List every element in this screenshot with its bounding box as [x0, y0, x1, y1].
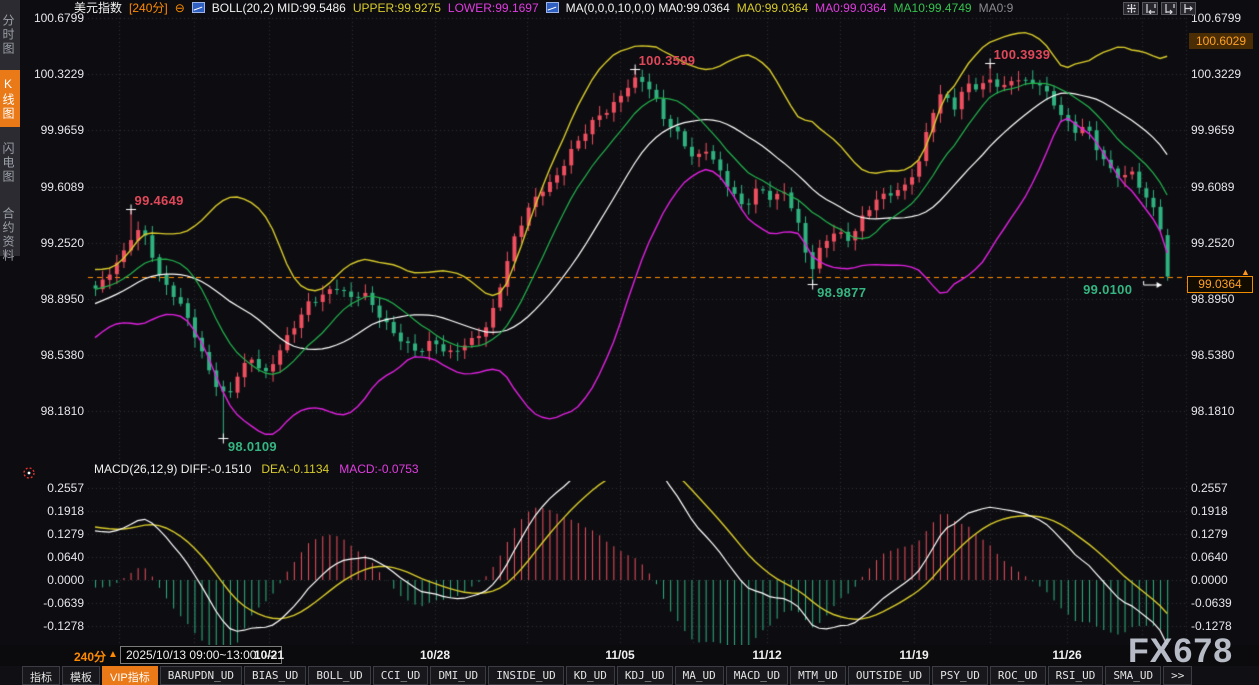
- toolbar-item-ROC_UD[interactable]: ROC_UD: [990, 666, 1046, 685]
- macd-bar-value: MACD:-0.0753: [339, 462, 418, 476]
- toolbar-item->>[interactable]: >>: [1163, 666, 1192, 685]
- price-tick-left: 98.5380: [20, 348, 84, 362]
- ma-group-values: MA(0,0,0,10,0,0) MA0:99.0364: [566, 1, 730, 15]
- toolbar-item-OUTSIDE_UD[interactable]: OUTSIDE_UD: [848, 666, 930, 685]
- price-tick-right: 99.2520: [1191, 236, 1234, 250]
- macd-tick-right: 0.2557: [1191, 481, 1228, 495]
- prev-extreme-badge: 100.6029: [1189, 33, 1253, 49]
- boll-values: BOLL(20,2) MID:99.5486: [212, 1, 346, 15]
- interval-label[interactable]: [240分]: [129, 1, 168, 15]
- macd-header: MACD(26,12,9) DIFF:-0.1510 DEA:-0.1134 M…: [94, 462, 419, 476]
- toolbar-item-SMA_UD[interactable]: SMA_UD: [1105, 666, 1161, 685]
- price-annotation: 98.9877: [817, 285, 866, 300]
- price-tick-right: 98.8950: [1191, 292, 1234, 306]
- price-annotation: 99.0100: [1083, 282, 1132, 297]
- collapse-icon[interactable]: ⊖: [175, 1, 185, 15]
- price-annotation: 98.0109: [228, 439, 277, 454]
- macd-tick-right: 0.0000: [1191, 573, 1228, 587]
- date-label: 11/05: [605, 648, 634, 662]
- chart-window-controls: [1123, 2, 1196, 15]
- toolbar-item-PSY_UD[interactable]: PSY_UD: [932, 666, 988, 685]
- price-tick-left: 100.3229: [20, 67, 84, 81]
- ma0-magenta-value: MA0:99.0364: [815, 1, 886, 15]
- ma10-value: MA10:99.4749: [894, 1, 972, 15]
- sidebar-item-0[interactable]: 分时图: [0, 6, 20, 63]
- pan-right-icon[interactable]: [1180, 2, 1196, 15]
- price-annotation: 100.3939: [994, 47, 1051, 62]
- macd-tick-right: -0.0639: [1191, 596, 1232, 610]
- chart-canvas[interactable]: [0, 0, 1259, 685]
- sidebar-item-2[interactable]: 闪电图: [0, 134, 20, 191]
- boll-chart-icon[interactable]: [192, 2, 205, 13]
- sidebar-item-1[interactable]: K线图: [0, 70, 20, 127]
- price-tick-right: 99.9659: [1191, 123, 1234, 137]
- toolbar-item-BARUPDN_UD[interactable]: BARUPDN_UD: [160, 666, 242, 685]
- toolbar-item-INSIDE_UD[interactable]: INSIDE_UD: [488, 666, 564, 685]
- macd-tick-right: 0.1279: [1191, 527, 1228, 541]
- interval-badge[interactable]: 240分: [74, 648, 106, 665]
- macd-tick-left: 0.1279: [20, 527, 84, 541]
- toolbar-item-指标[interactable]: 指标: [22, 666, 60, 685]
- move-icon[interactable]: [1123, 2, 1139, 15]
- toolbar-item-RSI_UD[interactable]: RSI_UD: [1048, 666, 1104, 685]
- price-tick-right: 100.6799: [1191, 11, 1241, 25]
- price-tick-right: 98.5380: [1191, 348, 1234, 362]
- date-label: 10/21: [254, 648, 284, 662]
- price-tick-right: 98.1810: [1191, 404, 1234, 418]
- instrument-title: 美元指数: [74, 1, 122, 15]
- toolbar-item-KDJ_UD[interactable]: KDJ_UD: [617, 666, 673, 685]
- toolbar-item-KD_UD[interactable]: KD_UD: [566, 666, 615, 685]
- toolbar-item-MTM_UD[interactable]: MTM_UD: [790, 666, 846, 685]
- toolbar-item-MACD_UD[interactable]: MACD_UD: [726, 666, 788, 685]
- date-label: 11/19: [899, 648, 928, 662]
- trading-app: 分时图 K线图闪电图合约资料 美元指数 [240分] ⊖ BOLL(20,2) M…: [0, 0, 1259, 685]
- toolbar-item-BIAS_UD[interactable]: BIAS_UD: [244, 666, 306, 685]
- price-tick-left: 98.1810: [20, 404, 84, 418]
- time-axis-row: 240分 ▲ 2025/10/13 09:00~13:00 — 10/2110/…: [0, 645, 1259, 666]
- ma0-gray-value: MA0:9: [979, 1, 1014, 15]
- fit-right-icon[interactable]: [1161, 2, 1177, 15]
- macd-tick-left: 0.0000: [20, 573, 84, 587]
- toolbar-item-VIP指标[interactable]: VIP指标: [102, 666, 158, 685]
- macd-diff-value: MACD(26,12,9) DIFF:-0.1510: [94, 462, 251, 476]
- indicator-header: 美元指数 [240分] ⊖ BOLL(20,2) MID:99.5486 UPP…: [74, 0, 1013, 15]
- price-tick-left: 99.6089: [20, 180, 84, 194]
- macd-tick-right: 0.1918: [1191, 504, 1228, 518]
- bar-range-text: 2025/10/13 09:00~13:00: [126, 648, 256, 662]
- macd-dea-value: DEA:-0.1134: [261, 462, 329, 476]
- date-label: 11/12: [752, 648, 781, 662]
- ma0-yellow-value: MA0:99.0364: [737, 1, 808, 15]
- boll-upper-value: UPPER:99.9275: [353, 1, 441, 15]
- macd-tick-left: 0.2557: [20, 481, 84, 495]
- fit-left-icon[interactable]: [1142, 2, 1158, 15]
- sidebar-item-3[interactable]: 合约资料: [0, 198, 20, 272]
- toolbar-item-MA_UD[interactable]: MA_UD: [675, 666, 724, 685]
- current-price-badge: 99.0364: [1187, 276, 1253, 293]
- toolbar-item-CCI_UD[interactable]: CCI_UD: [373, 666, 429, 685]
- macd-tick-left: 0.1918: [20, 504, 84, 518]
- price-annotation: 99.4649: [135, 193, 184, 208]
- price-tick-left: 99.9659: [20, 123, 84, 137]
- indicator-toolbar: 指标模板VIP指标BARUPDN_UDBIAS_UDBOLL_UDCCI_UDD…: [0, 666, 1259, 685]
- price-tick-right: 99.6089: [1191, 180, 1234, 194]
- price-tick-right: 100.3229: [1191, 67, 1241, 81]
- macd-tick-left: -0.0639: [20, 596, 84, 610]
- price-tick-left: 98.8950: [20, 292, 84, 306]
- date-label: 11/26: [1052, 648, 1081, 662]
- macd-tick-right: 0.0640: [1191, 550, 1228, 564]
- macd-tick-left: -0.1278: [20, 619, 84, 633]
- left-sidebar: 分时图 K线图闪电图合约资料: [0, 0, 20, 645]
- macd-panel-icon[interactable]: [22, 466, 36, 480]
- toolbar-item-BOLL_UD[interactable]: BOLL_UD: [308, 666, 370, 685]
- toolbar-item-模板[interactable]: 模板: [62, 666, 100, 685]
- price-annotation: 100.3599: [639, 53, 696, 68]
- price-tick-left: 99.2520: [20, 236, 84, 250]
- macd-tick-right: -0.1278: [1191, 619, 1232, 633]
- date-label: 10/28: [420, 648, 450, 662]
- macd-tick-left: 0.0640: [20, 550, 84, 564]
- ma-chart-icon[interactable]: [546, 2, 559, 13]
- interval-up-arrow-icon[interactable]: ▲: [108, 649, 118, 660]
- toolbar-item-DMI_UD[interactable]: DMI_UD: [430, 666, 486, 685]
- boll-lower-value: LOWER:99.1697: [448, 1, 539, 15]
